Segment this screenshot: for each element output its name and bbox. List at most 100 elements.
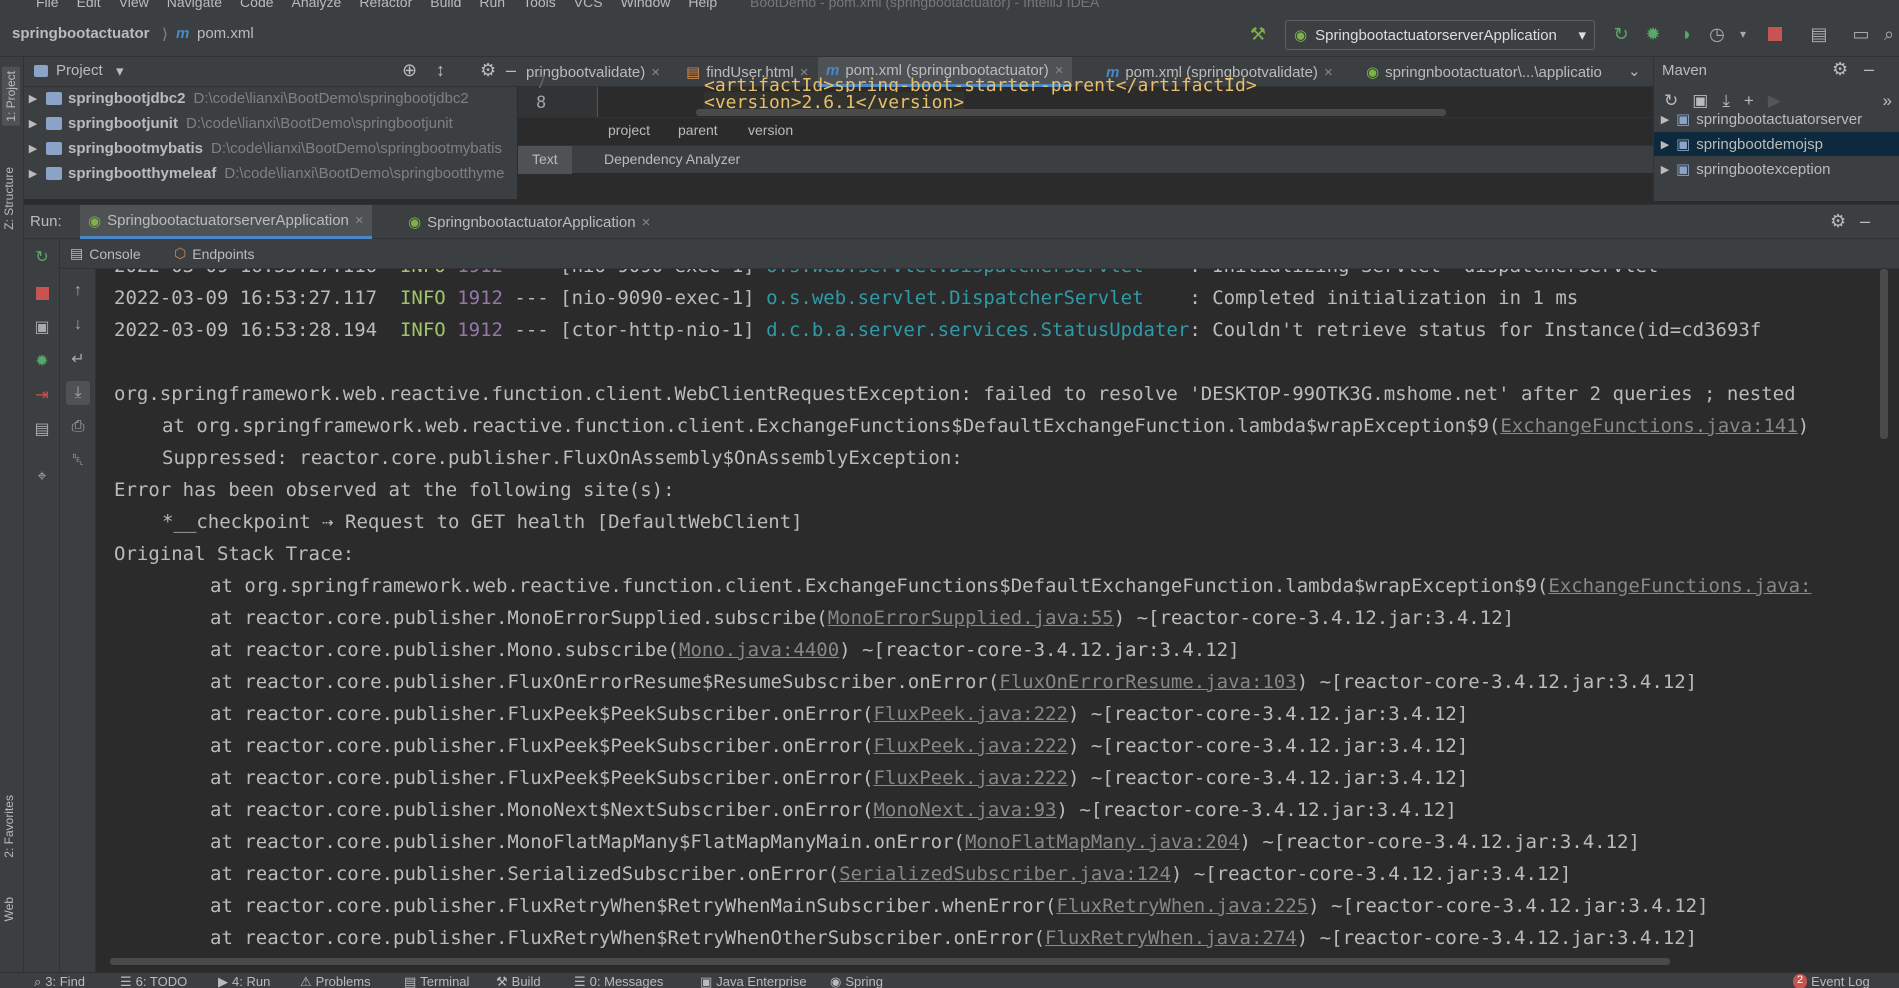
- run-tab-actuator[interactable]: ◉ SpringnbootactuatorApplication ×: [400, 205, 658, 239]
- chevron-right-icon[interactable]: ▶: [26, 117, 40, 130]
- source-link[interactable]: MonoFlatMapMany.java:204: [965, 831, 1240, 853]
- status-tool-button[interactable]: ▶ 4: Run: [218, 974, 270, 988]
- chevron-right-icon[interactable]: ▶: [1654, 163, 1676, 176]
- nav-file-crumb[interactable]: pom.xml: [197, 25, 254, 42]
- stop-icon[interactable]: [1762, 21, 1788, 47]
- source-link[interactable]: FluxRetryWhen.java:225: [1056, 895, 1308, 917]
- console-output[interactable]: 2022-03-09 16:53:27.116 INFO 1912 --- [n…: [96, 269, 1885, 963]
- favorites-tool-tab[interactable]: 2: Favorites: [2, 795, 16, 858]
- text-tab[interactable]: Text: [518, 146, 572, 174]
- menu-item[interactable]: Window: [621, 0, 671, 10]
- minimize-icon[interactable]: –: [1864, 59, 1874, 80]
- menu-item[interactable]: Code: [240, 0, 273, 10]
- dependency-analyzer-tab[interactable]: Dependency Analyzer: [604, 151, 740, 167]
- nav-project-crumb[interactable]: springbootactuator: [12, 25, 150, 42]
- status-tool-button[interactable]: ⌕ 3: Find: [34, 974, 85, 988]
- status-tool-button[interactable]: ▤ Terminal: [404, 974, 469, 988]
- source-link[interactable]: SerializedSubscriber.java:124: [839, 863, 1171, 885]
- exit-icon[interactable]: ⇥: [32, 385, 52, 405]
- project-panel-title[interactable]: Project: [56, 62, 103, 79]
- chevron-right-icon[interactable]: ▶: [26, 142, 40, 155]
- project-structure-icon[interactable]: ▤: [1806, 21, 1832, 47]
- chevron-right-icon[interactable]: ▶: [26, 92, 40, 105]
- gear-icon[interactable]: ⚙: [1832, 59, 1848, 80]
- source-link[interactable]: FluxOnErrorResume.java:103: [999, 671, 1296, 693]
- search-icon[interactable]: ⌕: [1876, 21, 1899, 47]
- coverage-icon[interactable]: ◑: [1672, 21, 1698, 47]
- soft-wrap-icon[interactable]: ↵: [68, 349, 88, 369]
- project-tool-tab[interactable]: 1: Project: [2, 67, 20, 126]
- gear-icon[interactable]: ⚙: [1830, 211, 1846, 232]
- rerun-icon[interactable]: ↻: [1608, 21, 1634, 47]
- debug-bug-icon[interactable]: ✹: [32, 351, 52, 371]
- tree-row[interactable]: ▶ springbootthymeleaf D:\code\lianxi\BootD…: [24, 161, 505, 185]
- run-config-select[interactable]: ◉ SpringbootactuatorserverApplication ▾: [1285, 20, 1595, 50]
- menu-item[interactable]: Run: [479, 0, 505, 10]
- debug-bug-icon[interactable]: ✹: [1640, 21, 1666, 47]
- rerun-icon[interactable]: ↻: [32, 247, 52, 267]
- presentation-icon[interactable]: ▭: [1848, 21, 1874, 47]
- status-tool-button[interactable]: ▣ Java Enterprise: [700, 974, 807, 988]
- maven-project-item[interactable]: ▶ ▣ springbootdemojsp: [1654, 132, 1899, 156]
- chevron-down-icon[interactable]: ▾: [116, 62, 124, 80]
- maven-project-item[interactable]: ▶ ▣ springbootexception: [1654, 157, 1899, 181]
- minimize-icon[interactable]: –: [1860, 211, 1870, 232]
- tree-row[interactable]: ▶ springbootmybatis D:\code\lianxi\BootDem…: [24, 136, 502, 160]
- run-tab-server[interactable]: ◉ SpringbootactuatorserverApplication ×: [80, 205, 372, 239]
- console-vscrollbar[interactable]: [1880, 269, 1888, 439]
- menu-item[interactable]: File: [36, 0, 59, 10]
- menu-item[interactable]: Edit: [77, 0, 101, 10]
- profile-dropdown-icon[interactable]: ▾: [1730, 21, 1756, 47]
- source-link[interactable]: FluxRetryWhen.java:274: [1045, 927, 1297, 949]
- breadcrumb-parent[interactable]: parent: [678, 122, 718, 138]
- chevron-right-icon[interactable]: ▶: [26, 167, 40, 180]
- minimize-icon[interactable]: –: [506, 60, 516, 81]
- status-tool-button[interactable]: ☰ 6: TODO: [120, 974, 187, 988]
- build-hammer-icon[interactable]: ⚒: [1245, 21, 1271, 47]
- stop-icon[interactable]: [32, 283, 52, 303]
- status-tool-button[interactable]: ◉ Spring: [830, 974, 883, 988]
- collapse-all-icon[interactable]: ↕: [436, 60, 445, 81]
- menu-item[interactable]: Tools: [523, 0, 556, 10]
- status-tool-button[interactable]: ☰ 0: Messages: [574, 974, 663, 988]
- menu-item[interactable]: View: [119, 0, 149, 10]
- print-icon[interactable]: ⎙: [68, 417, 88, 437]
- source-link[interactable]: FluxPeek.java:222: [873, 703, 1067, 725]
- gear-icon[interactable]: ⚙: [480, 60, 496, 81]
- profile-icon[interactable]: ◷: [1704, 21, 1730, 47]
- close-icon[interactable]: ×: [651, 64, 660, 81]
- code-editor[interactable]: 7 8 <artifactId>spring-boot-starter-pare…: [518, 73, 1653, 201]
- close-icon[interactable]: ×: [355, 212, 364, 229]
- menu-item[interactable]: VCS: [574, 0, 603, 10]
- scroll-to-end-icon[interactable]: ⤓: [66, 381, 90, 405]
- maven-project-item[interactable]: ▶ ▣ springbootactuatorserver: [1654, 107, 1899, 131]
- trash-icon[interactable]: ␡: [68, 451, 88, 471]
- source-link[interactable]: MonoErrorSupplied.java:55: [828, 607, 1114, 629]
- source-link[interactable]: ExchangeFunctions.java:: [1548, 575, 1811, 597]
- camera-icon[interactable]: ▣: [32, 317, 52, 337]
- menu-item[interactable]: Navigate: [167, 0, 222, 10]
- arrow-down-icon[interactable]: ↓: [68, 315, 88, 335]
- event-log-button[interactable]: 2 Event Log: [1793, 974, 1870, 988]
- breadcrumb-version[interactable]: version: [748, 122, 793, 138]
- status-tool-button[interactable]: ⚒ Build: [496, 974, 541, 988]
- tabs-dropdown-icon[interactable]: ⌄: [1628, 62, 1641, 80]
- source-link[interactable]: MonoNext.java:93: [873, 799, 1056, 821]
- source-link[interactable]: FluxPeek.java:222: [873, 767, 1067, 789]
- menu-item[interactable]: Help: [688, 0, 717, 10]
- arrow-up-icon[interactable]: ↑: [68, 281, 88, 301]
- locate-target-icon[interactable]: ⊕: [402, 60, 417, 81]
- source-link[interactable]: FluxPeek.java:222: [873, 735, 1067, 757]
- close-icon[interactable]: ×: [642, 214, 651, 231]
- source-link[interactable]: ExchangeFunctions.java:141: [1500, 415, 1797, 437]
- editor-tab[interactable]: ◉ springnbootactuator\...\applicatio: [1358, 57, 1610, 87]
- breadcrumb-project[interactable]: project: [608, 122, 650, 138]
- close-icon[interactable]: ×: [1324, 64, 1333, 81]
- endpoints-tab[interactable]: ⬡ Endpoints: [174, 245, 255, 262]
- console-hscrollbar[interactable]: [110, 958, 1670, 965]
- menu-item[interactable]: Refactor: [359, 0, 412, 10]
- tree-row[interactable]: ▶ springbootjdbc2 D:\code\lianxi\BootDemo\…: [24, 87, 469, 110]
- menu-item[interactable]: Build: [430, 0, 461, 10]
- tree-row[interactable]: ▶ springbootjunit D:\code\lianxi\BootDemo\…: [24, 111, 453, 135]
- source-link[interactable]: Mono.java:4400: [679, 639, 839, 661]
